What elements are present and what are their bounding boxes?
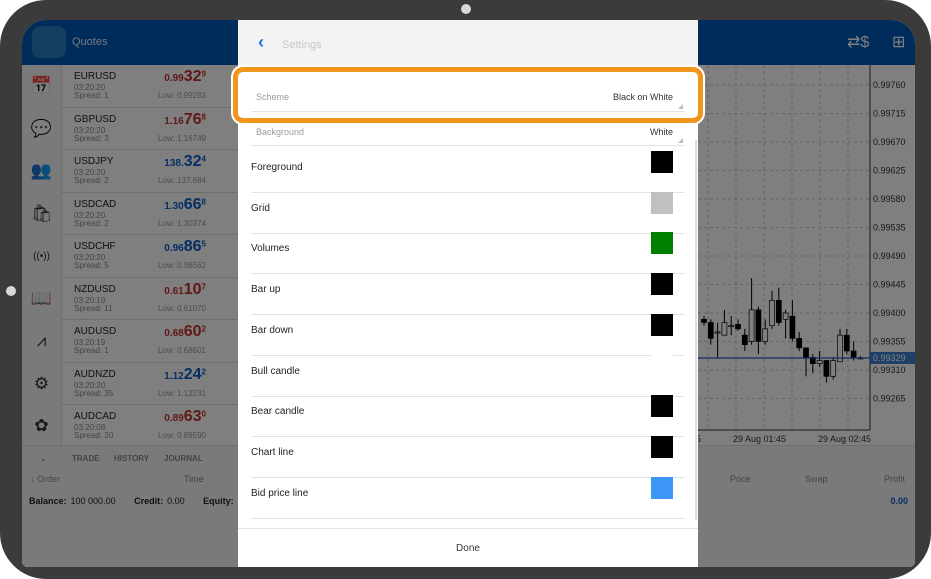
done-button[interactable]: Done xyxy=(238,528,698,567)
setting-label: Bar up xyxy=(251,284,281,296)
screen: Quotes ⇄$ ⊞ 📅💬👥🛍((•))📖⩘⚙✿ EURUSD 03:20:2… xyxy=(22,20,915,567)
color-swatch[interactable] xyxy=(651,476,673,499)
setting-bear-candle[interactable]: Bear candle xyxy=(251,395,685,438)
color-swatch[interactable] xyxy=(651,354,673,377)
setting-bar-down[interactable]: Bar down xyxy=(251,313,685,356)
color-swatch[interactable] xyxy=(651,395,673,418)
color-swatch[interactable] xyxy=(651,232,673,255)
setting-label: Volumes xyxy=(251,243,290,255)
setting-chart-line[interactable]: Chart line xyxy=(251,435,685,478)
back-chevron-icon[interactable]: ‹ xyxy=(258,32,264,53)
background-label: Background xyxy=(256,127,305,137)
settings-panel: ‹ Settings Scheme Black on White Backgro… xyxy=(233,20,703,567)
color-swatch[interactable] xyxy=(651,151,673,173)
setting-label: Bear candle xyxy=(251,406,305,418)
setting-bar-up[interactable]: Bar up xyxy=(251,273,685,316)
settings-header: ‹ Settings xyxy=(238,20,698,65)
scheme-select[interactable]: Scheme Black on White xyxy=(251,80,685,112)
setting-label: Bid price line xyxy=(251,487,309,499)
color-swatch[interactable] xyxy=(651,435,673,458)
settings-title: Settings xyxy=(282,39,322,51)
tablet-frame: Quotes ⇄$ ⊞ 📅💬👥🛍((•))📖⩘⚙✿ EURUSD 03:20:2… xyxy=(0,0,931,579)
home-button xyxy=(6,286,16,296)
color-swatch[interactable] xyxy=(651,273,673,296)
setting-foreground[interactable]: Foreground xyxy=(251,151,685,193)
setting-label: Bull candle xyxy=(251,365,300,377)
setting-grid[interactable]: Grid xyxy=(251,191,685,234)
setting-bid-price-line[interactable]: Bid price line xyxy=(251,476,685,519)
setting-label: Grid xyxy=(251,202,270,214)
setting-label: Chart line xyxy=(251,446,294,458)
setting-bull-candle[interactable]: Bull candle xyxy=(251,354,685,397)
setting-label: Foreground xyxy=(251,162,303,173)
background-select[interactable]: Background White xyxy=(251,122,685,146)
background-value: White xyxy=(649,127,673,137)
color-swatch[interactable] xyxy=(651,313,673,336)
scrollbar[interactable] xyxy=(695,140,697,520)
camera-dot xyxy=(461,4,471,14)
scheme-label: Scheme xyxy=(256,92,290,102)
scheme-value: Black on White xyxy=(612,92,673,102)
setting-label: Bar down xyxy=(251,324,294,336)
setting-volumes[interactable]: Volumes xyxy=(251,232,685,275)
color-swatch[interactable] xyxy=(651,191,673,214)
